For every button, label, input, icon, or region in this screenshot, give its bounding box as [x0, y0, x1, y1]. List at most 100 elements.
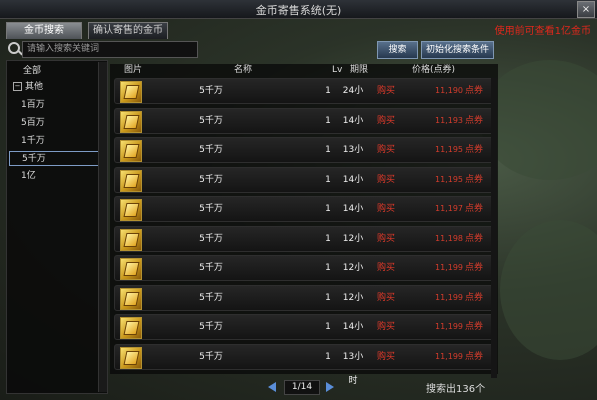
category-list: 全部 − 其他 1百万 5百万 1千万 5千万 1亿: [6, 60, 108, 394]
buy-button[interactable]: 购买: [375, 168, 397, 192]
item-level: 1: [325, 263, 331, 273]
search-button[interactable]: 搜索: [377, 41, 418, 59]
buy-button[interactable]: 购买: [375, 286, 397, 310]
gold-coin-icon: [120, 199, 142, 221]
gold-coin-icon: [120, 287, 142, 310]
col-price: 价格(点券): [412, 65, 456, 75]
item-name: 5千万: [199, 145, 223, 155]
item-level: 1: [325, 174, 331, 185]
table-row[interactable]: 5千万 1 13小时 购买 11,199 点券: [114, 343, 496, 386]
item-name: 5千万: [199, 86, 223, 96]
gold-coin-icon: [120, 317, 142, 339]
item-name: 5千万: [199, 351, 223, 362]
window-titlebar[interactable]: 金币寄售系统(无) ×: [0, 0, 597, 19]
tab-gold-search[interactable]: 金币搜索: [6, 22, 82, 39]
buy-button[interactable]: 购买: [375, 256, 397, 280]
search-bar: 请输入搜索关键词 搜索 初始化搜索条件: [4, 40, 592, 59]
gold-coin-icon: [120, 258, 142, 280]
gold-coin-icon: [120, 110, 142, 133]
price-unit: 点券: [465, 145, 484, 155]
table-row[interactable]: 5千万114小时购买11,195点券: [114, 166, 496, 209]
category-group-label: 其他: [25, 82, 44, 92]
item-name: 5千万: [199, 292, 223, 303]
col-image: 图片: [124, 65, 143, 75]
table-scrollbar[interactable]: [491, 78, 497, 378]
category-group-other[interactable]: − 其他: [9, 80, 99, 95]
col-duration: 期限: [350, 65, 369, 75]
col-level: Lv: [332, 65, 343, 75]
price-unit: 点券: [465, 233, 484, 244]
buy-button[interactable]: 购买: [375, 109, 397, 133]
col-name: 名称: [234, 65, 253, 75]
price-unit: 点券: [465, 115, 484, 126]
search-input[interactable]: 请输入搜索关键词: [22, 41, 198, 58]
item-level: 1: [325, 204, 331, 214]
item-price: 11,199: [435, 263, 463, 272]
table-row[interactable]: 5千万112小时购买11,199点券: [114, 255, 496, 297]
item-name: 5千万: [199, 174, 223, 185]
item-name: 5千万: [199, 204, 223, 214]
table-row[interactable]: 5千万124小时购买11,190点券: [114, 78, 496, 120]
gold-coin-icon: [120, 140, 142, 162]
category-item-100m[interactable]: 1亿: [9, 169, 99, 184]
category-scrollbar[interactable]: [98, 62, 107, 392]
item-level: 1: [325, 322, 331, 332]
item-price: 11,195: [435, 145, 463, 154]
price-unit: 点券: [465, 86, 484, 96]
category-item-5m[interactable]: 5百万: [9, 116, 99, 131]
prev-page-icon[interactable]: [268, 382, 276, 392]
gold-auction-window: 金币寄售系统(无) × 金币搜索 确认寄售的金币 使用前可查看1亿金币 请输入搜…: [0, 0, 597, 400]
item-level: 1: [325, 86, 331, 96]
buy-button[interactable]: 购买: [375, 197, 397, 221]
table-row[interactable]: 5千万112小时购买11,198点券: [114, 225, 496, 268]
close-button[interactable]: ×: [577, 1, 595, 18]
item-name: 5千万: [199, 233, 223, 244]
search-icon: [8, 42, 20, 54]
item-price: 11,199: [435, 322, 463, 331]
category-all[interactable]: 全部: [9, 64, 99, 79]
category-item-1m[interactable]: 1百万: [9, 98, 99, 113]
price-unit: 点券: [465, 322, 484, 332]
tab-confirm-consigned[interactable]: 确认寄售的金币: [88, 22, 168, 39]
item-price: 11,195: [435, 174, 463, 184]
table-row[interactable]: 5千万114小时购买11,199点券: [114, 314, 496, 356]
item-price: 11,197: [435, 204, 463, 213]
listing-table: 图片 名称 Lv 期限 价格(点券) 5千万124小时购买11,190点券5千万…: [110, 64, 498, 386]
table-row[interactable]: 5千万112小时购买11,199点券: [114, 284, 496, 327]
page-indicator: 1/14: [284, 380, 320, 395]
reset-search-button[interactable]: 初始化搜索条件: [421, 41, 494, 59]
item-price: 11,199: [435, 351, 463, 361]
table-row[interactable]: 5千万113小时购买11,195点券: [114, 137, 496, 179]
item-name: 5千万: [199, 263, 223, 273]
item-level: 1: [325, 115, 331, 126]
item-name: 5千万: [199, 115, 223, 126]
buy-button[interactable]: 购买: [375, 138, 397, 162]
gold-coin-icon: [120, 169, 142, 192]
table-header: 图片 名称 Lv 期限 价格(点券): [114, 64, 494, 77]
price-unit: 点券: [465, 351, 484, 362]
buy-button[interactable]: 购买: [375, 315, 397, 339]
gold-coin-icon: [120, 81, 142, 103]
price-unit: 点券: [465, 204, 484, 214]
buy-button[interactable]: 购买: [375, 345, 397, 369]
item-price: 11,193: [435, 115, 463, 125]
gold-coin-icon: [120, 346, 142, 369]
price-unit: 点券: [465, 292, 484, 303]
item-level: 1: [325, 292, 331, 303]
buy-button[interactable]: 购买: [375, 79, 397, 103]
window-title: 金币寄售系统(无): [255, 4, 342, 17]
next-page-icon[interactable]: [326, 382, 334, 392]
item-price: 11,199: [435, 292, 463, 302]
buy-button[interactable]: 购买: [375, 227, 397, 251]
table-row[interactable]: 5千万114小时购买11,193点券: [114, 107, 496, 150]
item-duration: 13小时: [342, 351, 364, 386]
collapse-icon[interactable]: −: [13, 82, 22, 91]
table-row[interactable]: 5千万114小时购买11,197点券: [114, 196, 496, 238]
category-item-10m[interactable]: 1千万: [9, 134, 99, 149]
category-item-50m[interactable]: 5千万: [9, 151, 99, 166]
price-unit: 点券: [465, 263, 484, 273]
gold-coin-icon: [120, 228, 142, 251]
item-name: 5千万: [199, 322, 223, 332]
result-count: 搜索出136个: [426, 384, 486, 395]
notice-text: 使用前可查看1亿金币: [494, 26, 591, 37]
